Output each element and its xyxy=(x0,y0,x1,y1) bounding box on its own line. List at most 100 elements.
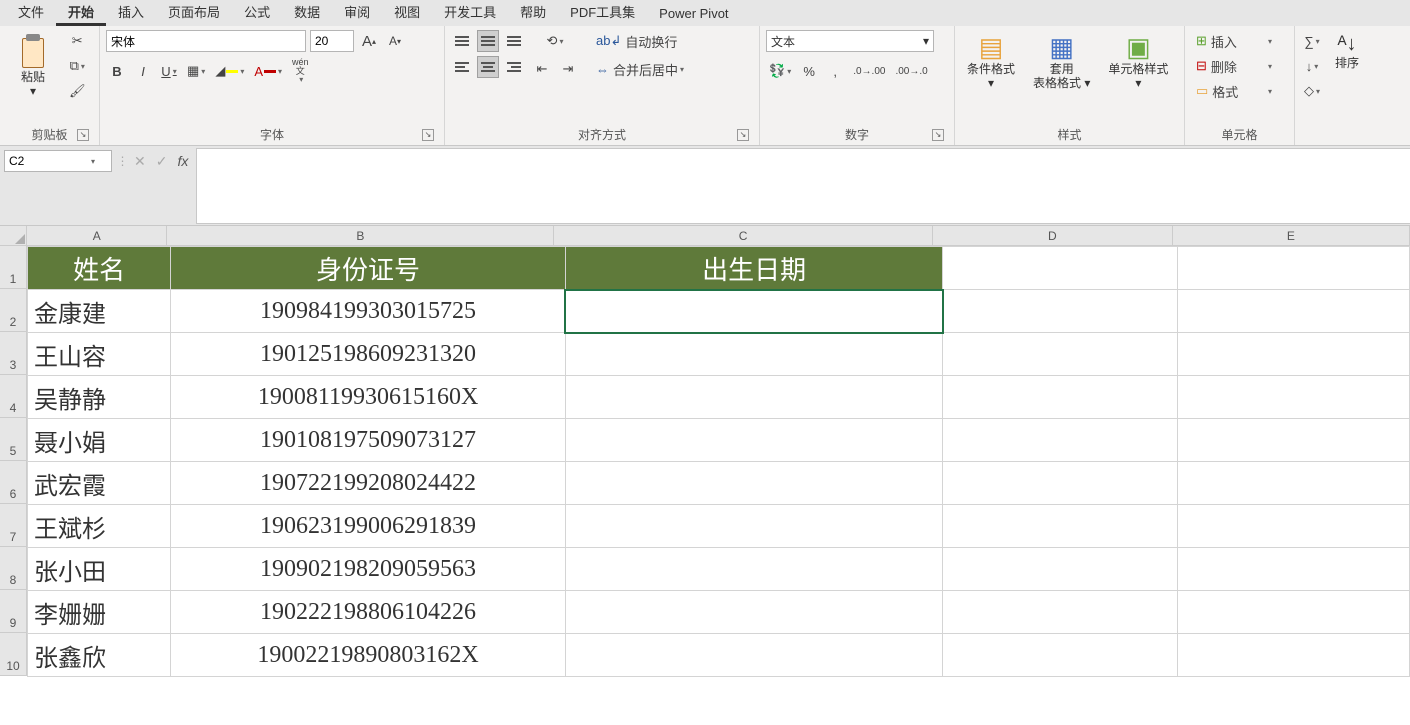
increase-font-button[interactable]: A▴ xyxy=(358,30,380,52)
cell-C10[interactable] xyxy=(565,634,942,677)
row-header-7[interactable]: 7 xyxy=(0,504,27,547)
cell-A5[interactable]: 聂小娟 xyxy=(28,419,171,462)
cell-B2[interactable]: 190984199303015725 xyxy=(171,290,566,333)
cell-B8[interactable]: 190902198209059563 xyxy=(171,548,566,591)
cell-D10[interactable] xyxy=(943,634,1178,677)
cell-E5[interactable] xyxy=(1178,419,1410,462)
align-right-button[interactable] xyxy=(503,56,525,78)
fx-button[interactable]: fx xyxy=(177,153,188,169)
cell-E3[interactable] xyxy=(1178,333,1410,376)
row-header-9[interactable]: 9 xyxy=(0,590,27,633)
menu-tab-review[interactable]: 审阅 xyxy=(332,0,382,26)
row-header-1[interactable]: 1 xyxy=(0,246,27,289)
increase-decimal-button[interactable]: .0→.00 xyxy=(850,60,888,82)
menu-tab-file[interactable]: 文件 xyxy=(6,0,56,26)
cell-D3[interactable] xyxy=(943,333,1178,376)
font-name-input[interactable] xyxy=(106,30,306,52)
cell-B10[interactable]: 19002219890803162X xyxy=(171,634,566,677)
row-header-6[interactable]: 6 xyxy=(0,461,27,504)
menu-tab-home[interactable]: 开始 xyxy=(56,0,106,26)
cell-B7[interactable]: 190623199006291839 xyxy=(171,505,566,548)
paste-button[interactable]: 粘贴▾ xyxy=(6,30,60,103)
merge-center-button[interactable]: ⇔ 合并后居中▾ xyxy=(591,58,721,80)
format-cells-button[interactable]: ▭格式▾ xyxy=(1191,80,1277,102)
cancel-edit-button[interactable]: ✕ xyxy=(134,153,146,170)
cell-C8[interactable] xyxy=(565,548,942,591)
menu-tab-formulas[interactable]: 公式 xyxy=(232,0,282,26)
insert-cells-button[interactable]: ⊞插入▾ xyxy=(1191,30,1277,52)
cell-D7[interactable] xyxy=(943,505,1178,548)
cut-button[interactable]: ✂ xyxy=(66,30,89,52)
cell-C1[interactable]: 出生日期 xyxy=(565,247,942,290)
cell-B4[interactable]: 19008119930615160X xyxy=(171,376,566,419)
decrease-decimal-button[interactable]: .00→.0 xyxy=(892,60,930,82)
underline-button[interactable]: U▾ xyxy=(158,60,180,82)
cell-C6[interactable] xyxy=(565,462,942,505)
cell-A7[interactable]: 王斌杉 xyxy=(28,505,171,548)
cell-A2[interactable]: 金康建 xyxy=(28,290,171,333)
align-middle-button[interactable] xyxy=(477,30,499,52)
cell-C2[interactable] xyxy=(565,290,942,333)
name-box-dropdown[interactable]: ▾ xyxy=(85,157,101,166)
cell-E6[interactable] xyxy=(1178,462,1410,505)
autosum-button[interactable]: ∑▾ xyxy=(1301,30,1323,52)
cell-B3[interactable]: 190125198609231320 xyxy=(171,333,566,376)
row-header-3[interactable]: 3 xyxy=(0,332,27,375)
cell-A10[interactable]: 张鑫欣 xyxy=(28,634,171,677)
number-format-dropdown[interactable]: 文本▾ xyxy=(766,30,934,52)
cell-D8[interactable] xyxy=(943,548,1178,591)
menu-tab-powerpivot[interactable]: Power Pivot xyxy=(647,2,740,26)
border-button[interactable]: ▦▾ xyxy=(184,60,208,82)
name-box[interactable]: ▾ xyxy=(4,150,112,172)
table-format-button[interactable]: ▦ 套用 表格格式 ▾ xyxy=(1027,30,1096,95)
cell-C4[interactable] xyxy=(565,376,942,419)
bold-button[interactable]: B xyxy=(106,60,128,82)
col-header-C[interactable]: C xyxy=(554,226,932,246)
menu-tab-insert[interactable]: 插入 xyxy=(106,0,156,26)
align-bottom-button[interactable] xyxy=(503,30,525,52)
cell-A1[interactable]: 姓名 xyxy=(28,247,171,290)
align-top-button[interactable] xyxy=(451,30,473,52)
cell-E9[interactable] xyxy=(1178,591,1410,634)
row-header-4[interactable]: 4 xyxy=(0,375,27,418)
confirm-edit-button[interactable]: ✓ xyxy=(156,153,168,170)
number-launcher[interactable]: ↘ xyxy=(932,129,944,141)
align-left-button[interactable] xyxy=(451,56,473,78)
cell-E4[interactable] xyxy=(1178,376,1410,419)
cell-C9[interactable] xyxy=(565,591,942,634)
cell-B6[interactable]: 190722199208024422 xyxy=(171,462,566,505)
cell-B9[interactable]: 190222198806104226 xyxy=(171,591,566,634)
cell-D4[interactable] xyxy=(943,376,1178,419)
col-header-D[interactable]: D xyxy=(933,226,1173,246)
phonetic-button[interactable]: wén 文▾ xyxy=(289,60,312,82)
copy-button[interactable]: ⧉▾ xyxy=(66,55,89,77)
cell-styles-button[interactable]: ▣ 单元格样式▾ xyxy=(1102,30,1174,95)
cell-D9[interactable] xyxy=(943,591,1178,634)
comma-button[interactable]: , xyxy=(824,60,846,82)
cell-A9[interactable]: 李姗姗 xyxy=(28,591,171,634)
menu-tab-view[interactable]: 视图 xyxy=(382,0,432,26)
cell-D6[interactable] xyxy=(943,462,1178,505)
fill-button[interactable]: ↓▾ xyxy=(1301,55,1323,77)
delete-cells-button[interactable]: ⊟删除▾ xyxy=(1191,55,1277,77)
cell-A3[interactable]: 王山容 xyxy=(28,333,171,376)
cell-D2[interactable] xyxy=(943,290,1178,333)
font-launcher[interactable]: ↘ xyxy=(422,129,434,141)
row-header-10[interactable]: 10 xyxy=(0,633,27,676)
cell-E7[interactable] xyxy=(1178,505,1410,548)
cell-B1[interactable]: 身份证号 xyxy=(171,247,566,290)
cell-E2[interactable] xyxy=(1178,290,1410,333)
cell-C7[interactable] xyxy=(565,505,942,548)
decrease-indent-button[interactable]: ⇤ xyxy=(531,58,553,80)
wrap-text-button[interactable]: ab↲ 自动换行 xyxy=(591,30,701,52)
orientation-button[interactable]: ⟲▾ xyxy=(531,30,579,52)
cell-A4[interactable]: 吴静静 xyxy=(28,376,171,419)
cell-B5[interactable]: 190108197509073127 xyxy=(171,419,566,462)
percent-button[interactable]: % xyxy=(798,60,820,82)
increase-indent-button[interactable]: ⇥ xyxy=(557,58,579,80)
cell-C3[interactable] xyxy=(565,333,942,376)
font-size-input[interactable] xyxy=(310,30,354,52)
sort-filter-button[interactable]: ᴬ↓ 排序 xyxy=(1329,30,1365,74)
select-all-corner[interactable] xyxy=(0,226,27,246)
menu-tab-developer[interactable]: 开发工具 xyxy=(432,0,508,26)
